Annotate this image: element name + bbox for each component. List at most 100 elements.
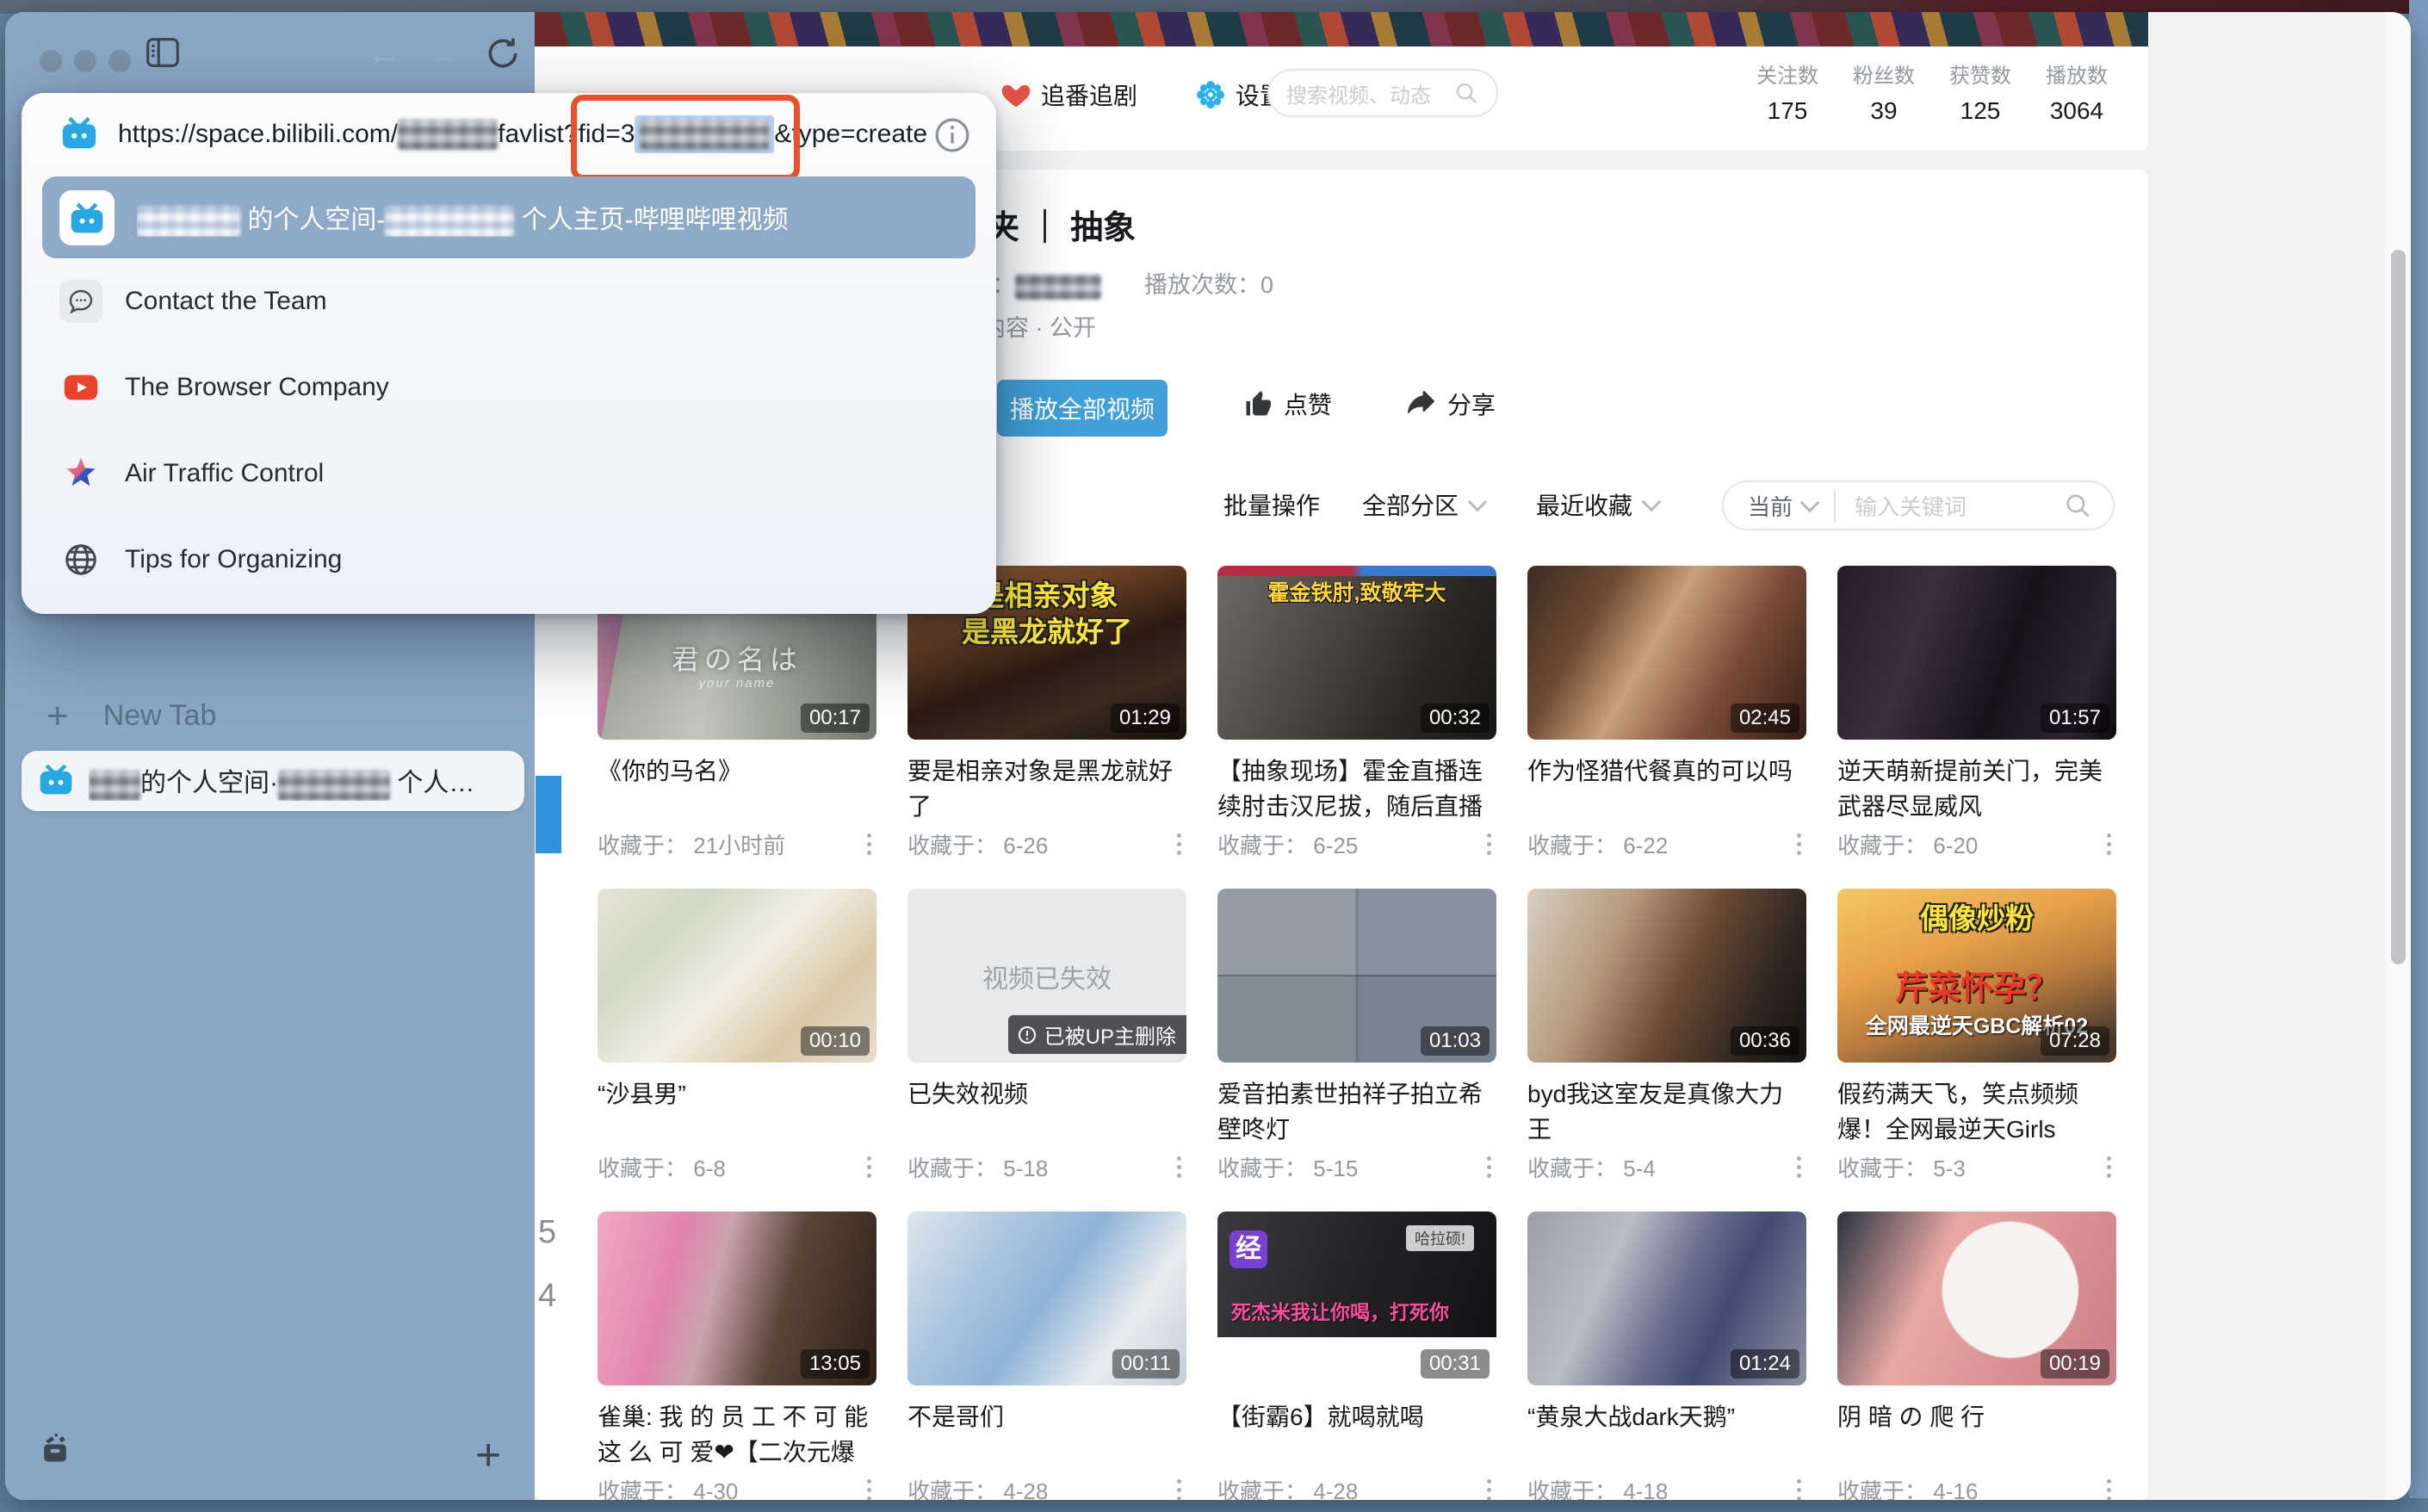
video-thumbnail[interactable]: 01:57 (1837, 566, 2116, 740)
play-all-button[interactable]: 播放全部视频 (997, 380, 1168, 437)
sort-dropdown[interactable]: 最近收藏 (1536, 487, 1658, 522)
more-menu-icon[interactable] (1792, 1476, 1806, 1500)
suggestion-selected[interactable]: 的个人空间- 个人主页-哔哩哔哩视频 (42, 177, 976, 258)
page-scrollbar[interactable] (2385, 12, 2411, 1500)
traffic-light-minimize[interactable] (74, 50, 96, 72)
video-card[interactable]: 13:05雀巢: 我 的 员 工 不 可 能 这 么 可 爱❤【二次元爆改收藏于… (598, 1211, 876, 1500)
more-menu-icon[interactable] (1482, 1476, 1496, 1500)
more-menu-icon[interactable] (2102, 1153, 2116, 1181)
suggestion-item[interactable]: Contact the Team (42, 265, 976, 338)
video-card[interactable]: 00:10“沙县男”收藏于： 6-8 (598, 889, 876, 1183)
stat-column[interactable]: 获赞数125 (1943, 59, 2017, 125)
video-title[interactable]: 《你的马名》 (598, 753, 876, 789)
saved-date: 收藏于： 5-15 (1217, 1151, 1358, 1183)
video-title[interactable]: 要是相亲对象是黑龙就好了 (907, 753, 1186, 824)
back-arrow-icon[interactable]: ← (367, 36, 401, 71)
video-card[interactable]: 霍金铁肘,致敬牢大00:32【抽象现场】霍金直播连续肘击汉尼拔，随后直播间被封收… (1217, 566, 1496, 860)
more-menu-icon[interactable] (1172, 1153, 1186, 1181)
video-title[interactable]: 【街霸6】就喝就喝 (1217, 1399, 1496, 1435)
video-card[interactable]: 00:11不是哥们收藏于： 4-28 (907, 1211, 1186, 1500)
video-title[interactable]: 假药满天飞，笑点频频爆！全网最逆天Girls Band Cry解析 (1837, 1076, 2116, 1147)
reload-icon[interactable] (484, 34, 522, 77)
more-menu-icon[interactable] (1172, 1476, 1186, 1500)
scrollbar-thumb[interactable] (2391, 250, 2406, 964)
video-card[interactable]: 02:45作为怪猎代餐真的可以吗收藏于： 6-22 (1527, 566, 1806, 860)
more-menu-icon[interactable] (1482, 830, 1496, 858)
fid-selection (635, 115, 774, 153)
video-thumbnail[interactable]: 00:10 (598, 889, 876, 1063)
more-menu-icon[interactable] (1482, 1153, 1496, 1181)
saved-date: 收藏于： 5-18 (907, 1151, 1048, 1183)
video-thumbnail[interactable]: 视频已失效已被UP主删除 (907, 889, 1186, 1063)
duration-badge: 07:28 (2041, 1026, 2109, 1056)
forward-arrow-icon[interactable]: → (425, 36, 460, 71)
nav-bangumi[interactable]: 追番追剧 (1000, 77, 1137, 112)
video-thumbnail[interactable]: 偶像炒粉芹菜怀孕？全网最逆天GBC解析0207:28 (1837, 889, 2116, 1063)
video-title[interactable]: “黄泉大战dark天鹅” (1527, 1399, 1806, 1435)
more-menu-icon[interactable] (862, 830, 876, 858)
video-title[interactable]: 作为怪猎代餐真的可以吗 (1527, 753, 1806, 789)
thumbs-up-icon (1242, 388, 1273, 419)
video-title[interactable]: 逆天萌新提前关门，完美武器尽显威风 (1837, 753, 2116, 824)
active-tab[interactable]: 的个人空间· 个人… (22, 751, 524, 811)
video-title[interactable]: byd我这室友是真像大力王 (1527, 1076, 1806, 1147)
video-thumbnail[interactable]: 01:24 (1527, 1211, 1806, 1385)
more-menu-icon[interactable] (1792, 1153, 1806, 1181)
video-thumbnail[interactable]: 13:05 (598, 1211, 876, 1385)
category-dropdown[interactable]: 全部分区 (1362, 487, 1484, 522)
video-thumbnail[interactable]: 00:36 (1527, 889, 1806, 1063)
video-title[interactable]: 已失效视频 (907, 1076, 1186, 1112)
folder-selected-indicator[interactable] (536, 776, 561, 853)
suggestion-item[interactable]: Air Traffic Control (42, 437, 976, 510)
more-menu-icon[interactable] (1792, 830, 1806, 858)
video-thumbnail[interactable]: 01:03 (1217, 889, 1496, 1063)
video-title[interactable]: “沙县男” (598, 1076, 876, 1112)
video-card[interactable]: 00:19阴 暗 の 爬 行收藏于： 4-16 (1837, 1211, 2116, 1500)
site-search[interactable]: 搜索视频、动态 (1267, 69, 1498, 117)
sidebar-toggle-icon[interactable] (143, 33, 183, 77)
video-title[interactable]: 阴 暗 の 爬 行 (1837, 1399, 2116, 1435)
scope-dropdown[interactable]: 当前 (1748, 490, 1817, 522)
video-card[interactable]: 经哈拉硕!死杰米我让你喝，打死你00:31【街霸6】就喝就喝收藏于： 4-28 (1217, 1211, 1496, 1500)
video-card[interactable]: 01:24“黄泉大战dark天鹅”收藏于： 4-18 (1527, 1211, 1806, 1500)
duration-badge: 00:36 (1731, 1026, 1799, 1056)
new-tab-button[interactable]: +New Tab (46, 695, 216, 738)
batch-action-button[interactable]: 批量操作 (1223, 487, 1320, 522)
library-icon[interactable] (36, 1428, 74, 1471)
video-thumbnail[interactable]: 霍金铁肘,致敬牢大00:32 (1217, 566, 1496, 740)
traffic-light-close[interactable] (40, 50, 62, 72)
video-card[interactable]: 01:57逆天萌新提前关门，完美武器尽显威风收藏于： 6-20 (1837, 566, 2116, 860)
info-icon[interactable] (932, 115, 972, 159)
video-card[interactable]: 偶像炒粉芹菜怀孕？全网最逆天GBC解析0207:28 假药满天飞，笑点频频爆！全网… (1837, 889, 2116, 1183)
suggestion-item[interactable]: The Browser Company (42, 351, 976, 424)
more-menu-icon[interactable] (1172, 830, 1186, 858)
keyword-search[interactable]: 当前 输入关键词 (1722, 480, 2115, 530)
video-thumbnail[interactable]: 00:11 (907, 1211, 1186, 1385)
video-card[interactable]: 01:03 爱音拍素世拍祥子拍立希壁咚灯收藏于： 5-15 (1217, 889, 1496, 1183)
url-bar[interactable]: https://space.bilibili.com/favlist?fid=3… (22, 93, 996, 176)
traffic-light-zoom[interactable] (108, 50, 131, 72)
video-card[interactable]: 视频已失效已被UP主删除已失效视频收藏于： 5-18 (907, 889, 1186, 1183)
share-button[interactable]: 分享 (1406, 387, 1496, 421)
more-menu-icon[interactable] (862, 1153, 876, 1181)
more-menu-icon[interactable] (2102, 1476, 2116, 1500)
video-title[interactable]: 不是哥们 (907, 1399, 1186, 1435)
suggestion-item[interactable]: Tips for Organizing (42, 524, 976, 596)
thumbnail-text: 哈拉硕! (1406, 1225, 1474, 1251)
stat-column[interactable]: 关注数175 (1750, 59, 1824, 125)
video-title[interactable]: 爱音拍素世拍祥子拍立希壁咚灯 (1217, 1076, 1496, 1147)
video-thumbnail[interactable]: 02:45 (1527, 566, 1806, 740)
stat-column[interactable]: 粉丝数39 (1847, 59, 1921, 125)
url-text: https://space.bilibili.com/favlist?fid=3… (118, 115, 927, 153)
video-thumbnail[interactable]: 经哈拉硕!死杰米我让你喝，打死你00:31 (1217, 1211, 1496, 1385)
video-thumbnail[interactable]: 00:19 (1837, 1211, 2116, 1385)
more-menu-icon[interactable] (2102, 830, 2116, 858)
video-title[interactable]: 【抽象现场】霍金直播连续肘击汉尼拔，随后直播间被封 (1217, 753, 1496, 824)
new-space-plus-icon[interactable]: + (475, 1436, 501, 1474)
video-title[interactable]: 雀巢: 我 的 员 工 不 可 能 这 么 可 爱❤【二次元爆改 (598, 1399, 876, 1470)
video-card[interactable]: 00:36byd我这室友是真像大力王收藏于： 5-4 (1527, 889, 1806, 1183)
stat-column[interactable]: 播放数3064 (2040, 59, 2114, 125)
more-menu-icon[interactable] (862, 1476, 876, 1500)
folder-meta: 内容 · 公开 (982, 309, 1096, 343)
like-button[interactable]: 点赞 (1242, 387, 1332, 421)
